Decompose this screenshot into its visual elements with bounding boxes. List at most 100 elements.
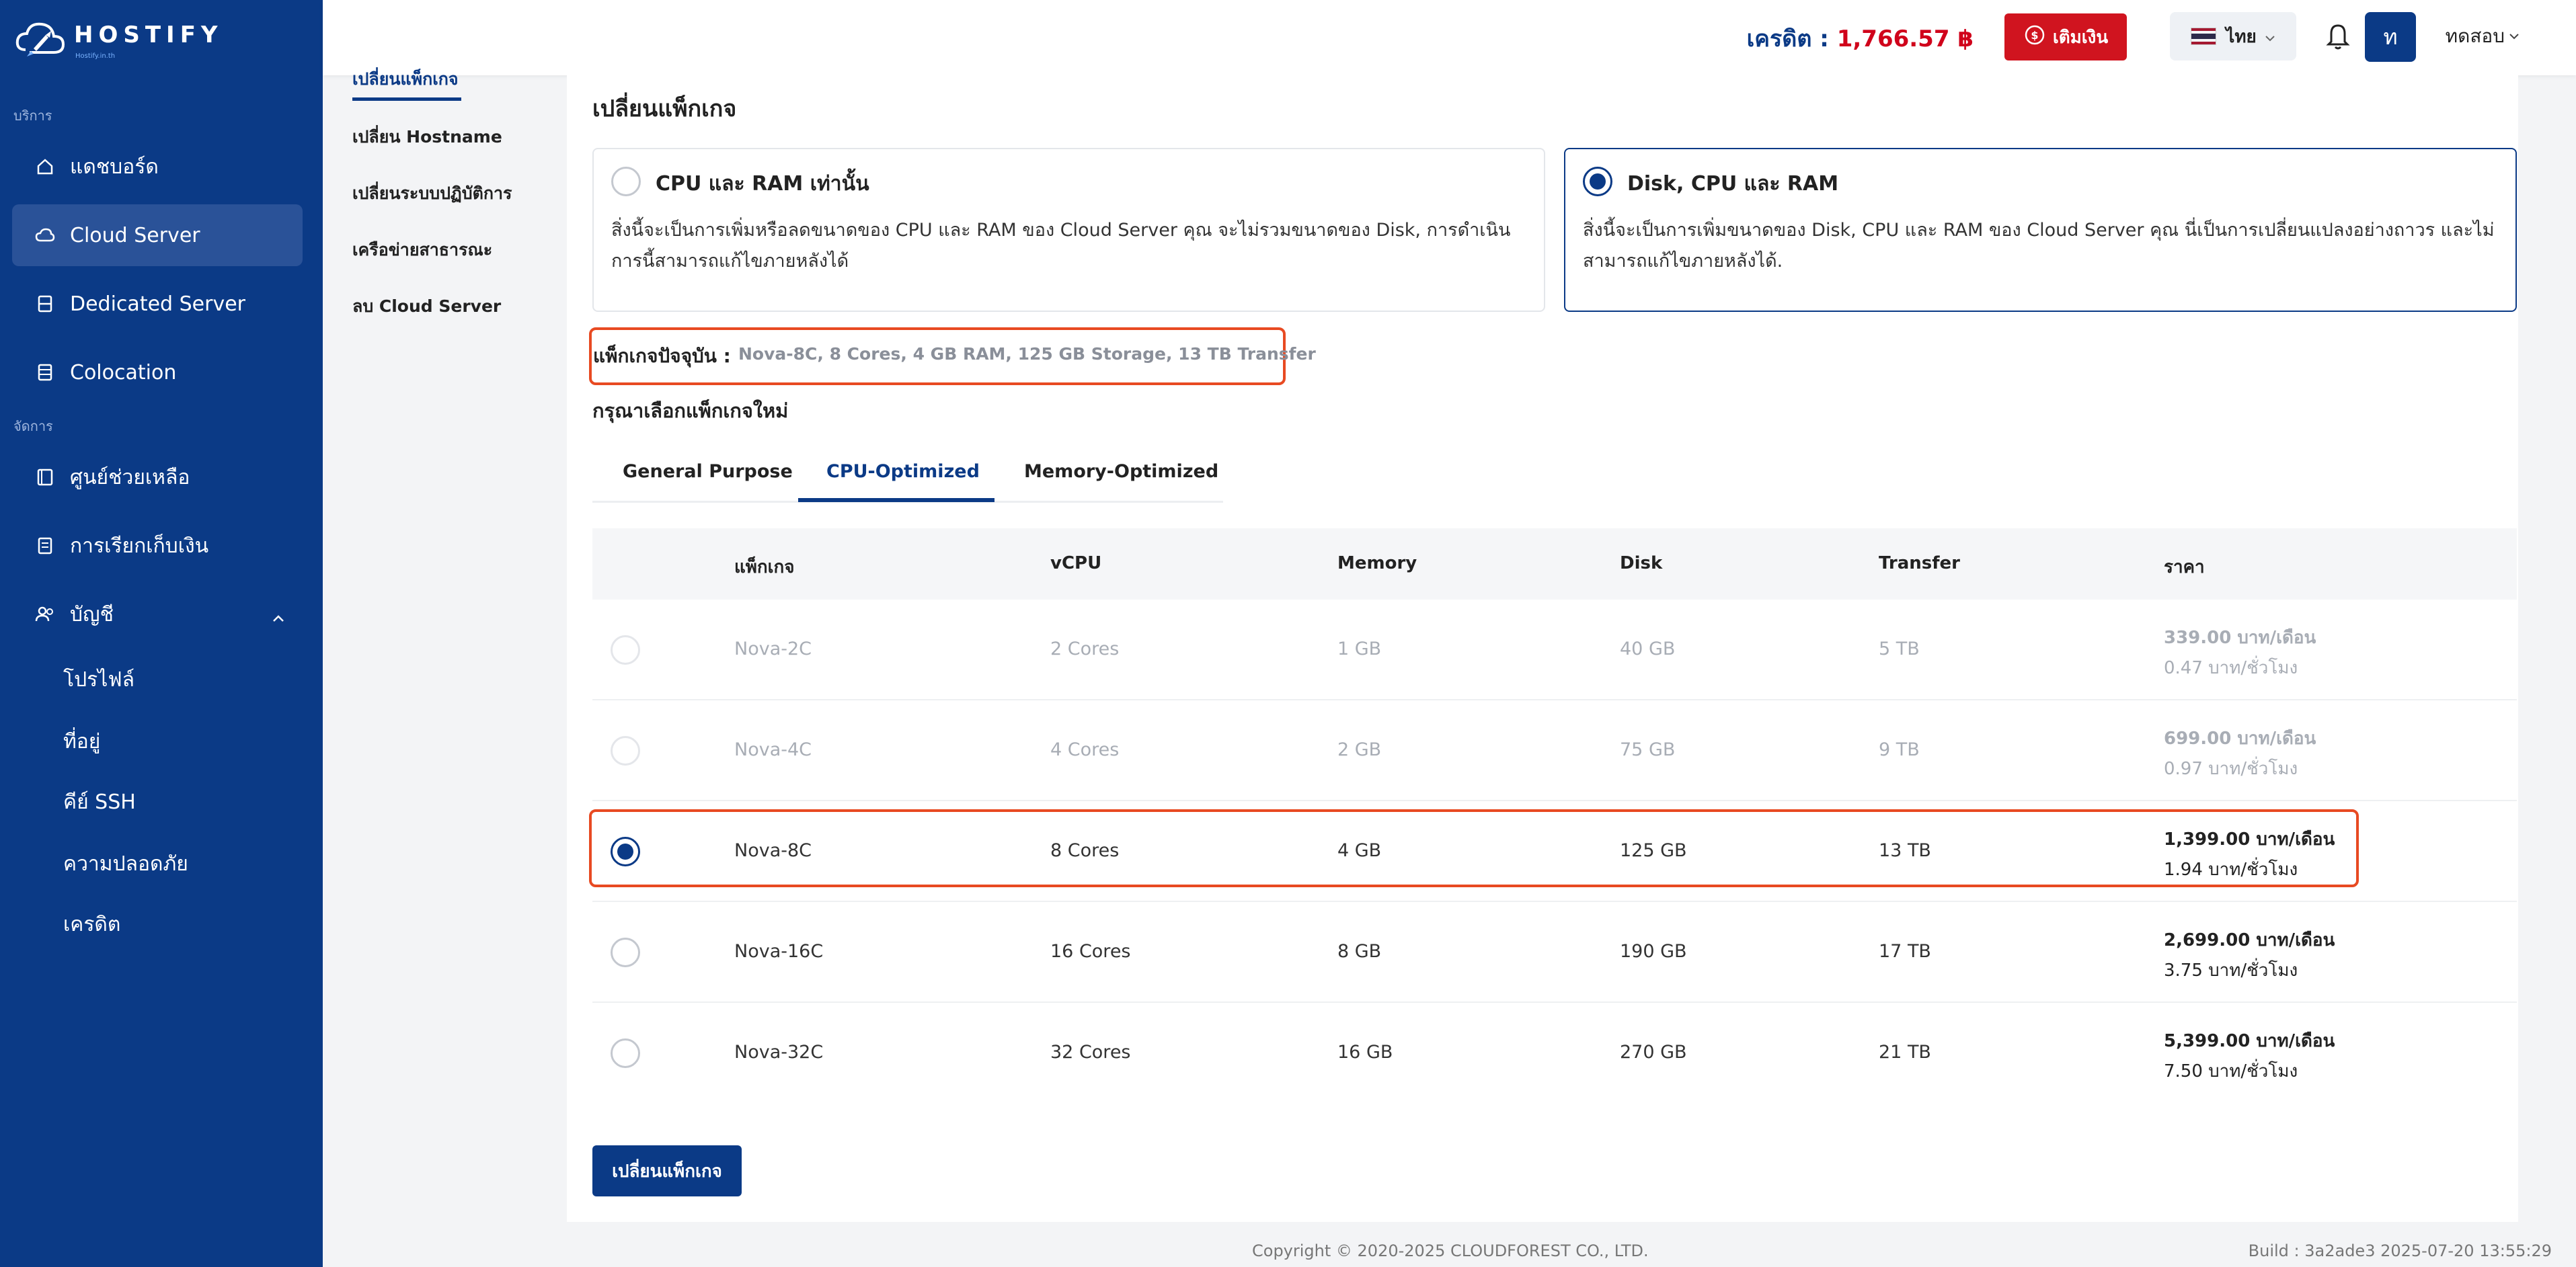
package-price: 2,699.00 บาท/เดือน 3.75 บาท/ชั่วโมง [2164,926,2335,984]
option-description: สิ่งนี้จะเป็นการเพิ่มหรือลดขนาดของ CPU แ… [611,220,1511,272]
selected-row-highlight [589,809,2359,887]
billing-icon [35,536,55,556]
package-disk: 270 GB [1620,1042,1687,1063]
server-icon [35,294,55,314]
chevron-down-icon [2265,26,2275,46]
package-price: 339.00 บาท/เดือน 0.47 บาท/ชั่วโมง [2164,624,2316,682]
sidebar-item-dashboard[interactable]: แดชบอร์ด [12,136,303,198]
footer-copyright: Copyright © 2020-2025 CLOUDFOREST CO., L… [1252,1241,1649,1260]
package-transfer: 21 TB [1879,1042,1931,1063]
price-per-month: 2,699.00 บาท/เดือน [2164,930,2335,950]
sidebar-item-label: Colocation [70,360,177,384]
subnav-change-hostname[interactable]: เปลี่ยน Hostname [352,124,502,151]
subnav-active-indicator [352,97,461,101]
option-description: สิ่งนี้จะเป็นการเพิ่มขนาดของ Disk, CPU แ… [1583,220,2495,272]
price-per-hour: 7.50 บาท/ชั่วโมง [2164,1061,2298,1081]
price-per-month: 5,399.00 บาท/เดือน [2164,1031,2335,1051]
sidebar-subitem-ssh-key[interactable]: คีย์ SSH [63,786,136,818]
section-services-label: บริการ [13,108,52,124]
rocket-cloud-icon [15,22,65,56]
page-title: เปลี่ยนแพ็กเกจ [592,95,737,122]
section-manage-label: จัดการ [13,418,53,434]
package-transfer: 17 TB [1879,941,1931,962]
column-header-package: แพ็กเกจ [734,557,795,577]
price-per-hour: 3.75 บาท/ชั่วโมง [2164,961,2298,981]
option-title: CPU และ RAM เท่านั้น [656,172,869,196]
sidebar-item-cloud-server[interactable]: Cloud Server [12,204,303,266]
package-memory: 2 GB [1337,739,1382,760]
users-icon [35,604,55,624]
option-radio[interactable] [1583,167,1612,196]
sidebar-subitem-address[interactable]: ที่อยู่ [63,726,100,758]
sidebar-item-billing[interactable]: การเรียกเก็บเงิน [12,515,303,577]
sidebar-item-dedicated-server[interactable]: Dedicated Server [12,273,303,335]
subnav-delete-cloud-server[interactable]: ลบ Cloud Server [352,293,501,320]
chevron-up-icon [272,605,285,628]
package-name: Nova-2C [734,639,812,659]
subnav-public-network[interactable]: เครือข่ายสาธารณะ [352,237,492,263]
top-header: เครดิต : 1,766.57 ฿ $ เติมเงิน ไทย ท ทดส… [323,0,2576,75]
tab-memory-optimized[interactable]: Memory-Optimized [1024,461,1218,482]
table-row[interactable]: Nova-2C 2 Cores 1 GB 40 GB 5 TB 339.00 บ… [592,600,2517,700]
package-radio[interactable] [611,736,640,766]
column-header-transfer: Transfer [1879,553,1960,573]
option-disk-cpu-ram[interactable]: Disk, CPU และ RAM สิ่งนี้จะเป็นการเพิ่มข… [1564,148,2517,312]
price-per-hour: 0.97 บาท/ชั่วโมง [2164,759,2298,779]
tab-active-indicator [798,498,994,502]
price-per-month: 699.00 บาท/เดือน [2164,729,2316,749]
package-name: Nova-4C [734,739,812,760]
current-package-label: แพ็กเกจปัจจุบัน : [593,345,731,367]
sidebar-item-account[interactable]: บัญชี [12,583,303,645]
package-memory: 8 GB [1337,941,1382,962]
sidebar-subitem-profile[interactable]: โปรไฟล์ [63,664,134,696]
table-row[interactable]: Nova-16C 16 Cores 8 GB 190 GB 17 TB 2,69… [592,902,2517,1003]
avatar[interactable]: ท [2365,12,2416,62]
thai-flag-icon [2191,28,2217,45]
package-vcpu: 2 Cores [1050,639,1120,659]
username[interactable]: ทดสอบ [2446,22,2505,51]
subnav-change-os[interactable]: เปลี่ยนระบบปฏิบัติการ [352,180,512,207]
sidebar-item-label: บัญชี [70,602,114,626]
price-per-month: 339.00 บาท/เดือน [2164,628,2316,648]
option-cpu-ram-only[interactable]: CPU และ RAM เท่านั้น สิ่งนี้จะเป็นการเพิ… [592,148,1545,312]
help-book-icon [35,467,55,487]
topup-label: เติมเงิน [2052,27,2109,48]
choose-package-label: กรุณาเลือกแพ็กเกจใหม่ [592,399,789,422]
sidebar-subitem-credit[interactable]: เครดิต [63,909,120,940]
svg-text:$: $ [2031,29,2038,42]
notification-bell-icon[interactable] [2325,20,2351,54]
tab-general-purpose[interactable]: General Purpose [623,461,793,482]
cloud-icon [35,225,55,245]
sidebar-item-label: ศูนย์ช่วยเหลือ [70,465,190,489]
table-row[interactable]: Nova-32C 32 Cores 16 GB 270 GB 21 TB 5,3… [592,1003,2517,1104]
footer-build-info: Build : 3a2ade3 2025-07-20 13:55:29 [2248,1241,2552,1260]
brand-tagline: Hostify.in.th [75,52,116,60]
language-label: ไทย [2226,26,2257,47]
brand-logo[interactable]: HOSTIFY Hostify.in.th [13,15,235,63]
package-vcpu: 32 Cores [1050,1042,1131,1063]
package-radio[interactable] [611,1038,640,1068]
option-radio[interactable] [611,167,641,196]
package-disk: 40 GB [1620,639,1676,659]
language-select[interactable]: ไทย [2170,12,2296,60]
package-radio[interactable] [611,938,640,967]
tab-cpu-optimized[interactable]: CPU-Optimized [826,461,980,482]
column-header-price: ราคา [2164,557,2205,577]
option-title: Disk, CPU และ RAM [1627,172,1839,196]
sidebar-item-colocation[interactable]: Colocation [12,341,303,403]
package-name: Nova-32C [734,1042,824,1063]
chevron-down-icon[interactable] [2509,30,2520,42]
price-per-hour: 0.47 บาท/ชั่วโมง [2164,658,2298,678]
change-package-button[interactable]: เปลี่ยนแพ็กเกจ [592,1145,742,1196]
sidebar-item-label: Cloud Server [70,223,200,247]
package-radio[interactable] [611,635,640,665]
sidebar-item-label: แดชบอร์ด [70,155,159,179]
table-header [592,528,2517,600]
package-memory: 16 GB [1337,1042,1393,1063]
package-price: 5,399.00 บาท/เดือน 7.50 บาท/ชั่วโมง [2164,1027,2335,1085]
table-row[interactable]: Nova-4C 4 Cores 2 GB 75 GB 9 TB 699.00 บ… [592,700,2517,801]
subnav-change-package[interactable]: เปลี่ยนแพ็กเกจ [352,66,459,93]
sidebar-item-help-center[interactable]: ศูนย์ช่วยเหลือ [12,446,303,508]
sidebar-subitem-security[interactable]: ความปลอดภัย [63,848,188,880]
topup-button[interactable]: $ เติมเงิน [2004,13,2127,60]
